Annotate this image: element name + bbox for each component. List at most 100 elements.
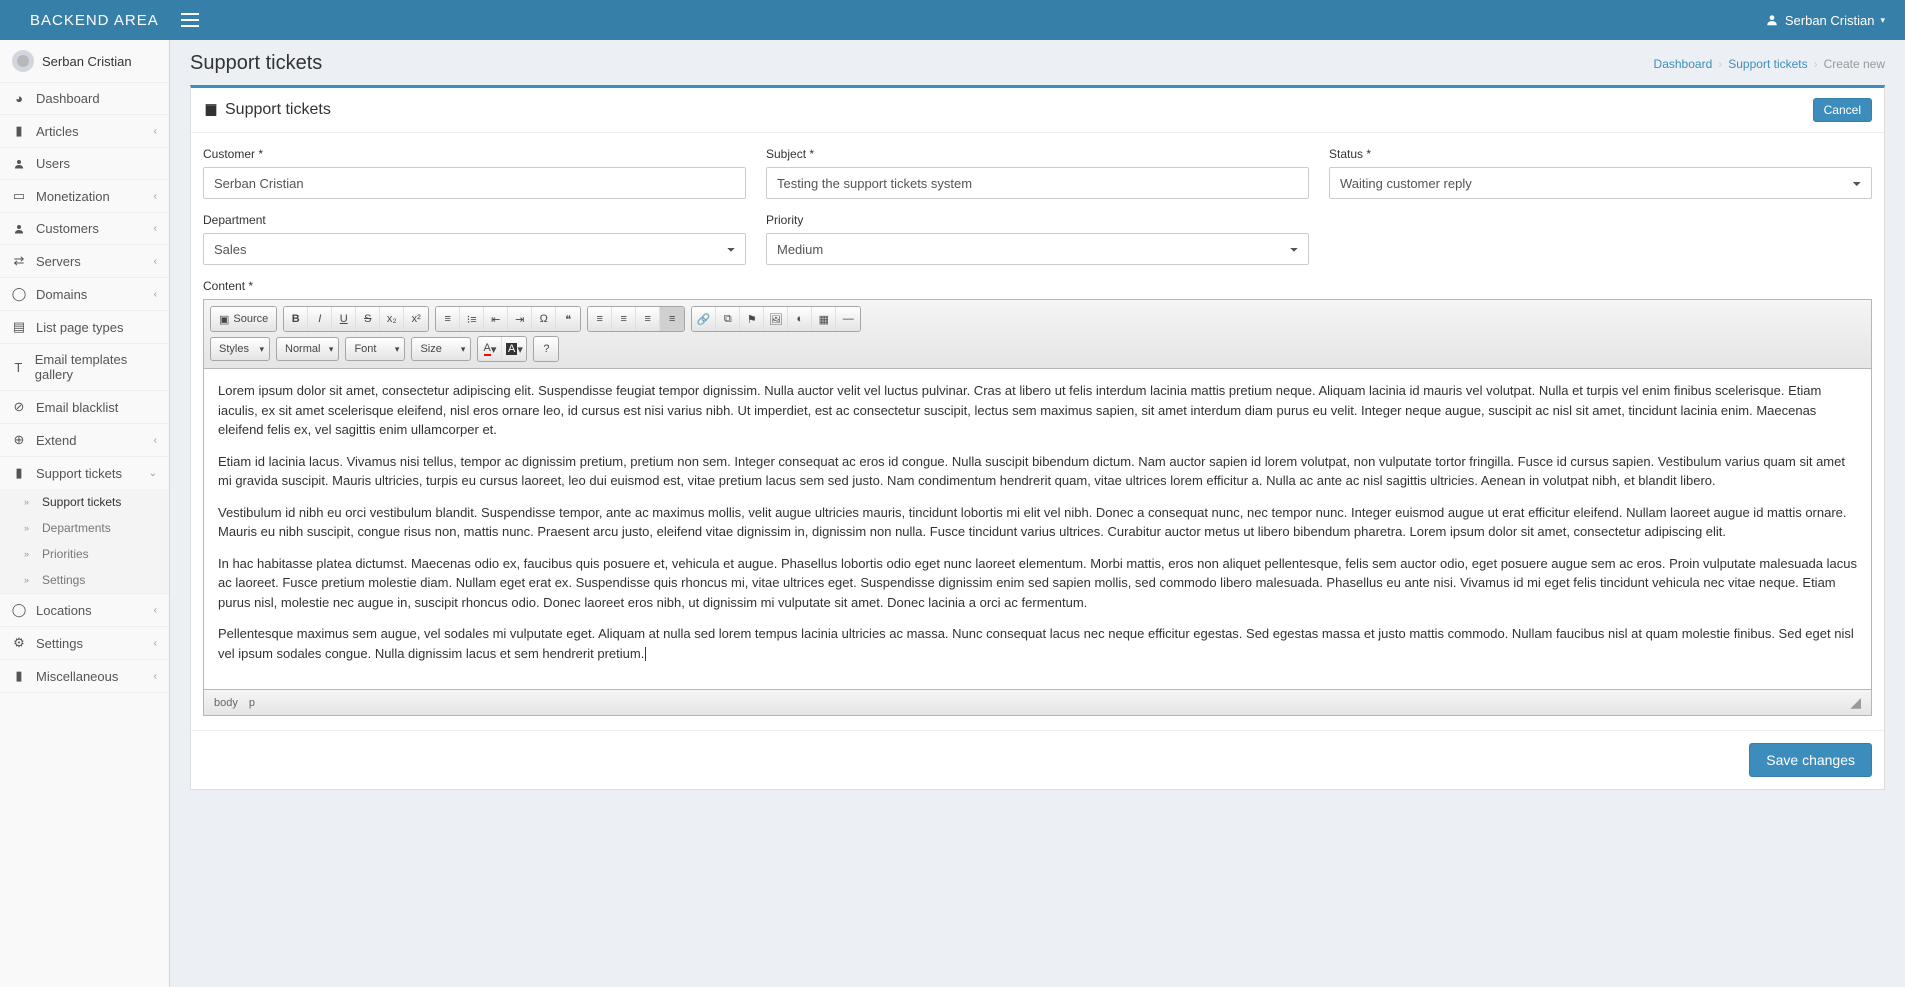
editor-flash-button[interactable]: ◐ [788, 307, 812, 331]
list-icon: ▤ [12, 319, 26, 335]
editor-bulletedlist-button[interactable]: ⁝≡ [460, 307, 484, 331]
path-body[interactable]: body [214, 697, 238, 709]
editor-indent-button[interactable]: ⇥ [508, 307, 532, 331]
editor-about-button[interactable]: ? [534, 337, 558, 361]
user-icon [12, 158, 26, 170]
sidebar-item-email-blacklist[interactable]: ⊘Email blacklist [0, 391, 169, 423]
editor-italic-button[interactable]: I [308, 307, 332, 331]
save-changes-button[interactable]: Save changes [1749, 743, 1872, 777]
sidebar-item-list-page-types[interactable]: ▤List page types [0, 311, 169, 343]
editor-align-center-button[interactable]: ≡ [612, 307, 636, 331]
submenu-priorities[interactable]: »Priorities [0, 541, 169, 567]
sidebar-item-monetization[interactable]: ▭Monetization‹ [0, 180, 169, 212]
globe-icon: ◯ [12, 602, 26, 618]
ban-icon: ⊘ [12, 399, 26, 415]
subject-input[interactable] [766, 167, 1309, 199]
plus-icon: ⊕ [12, 432, 26, 448]
brand-logo[interactable]: BACKEND AREA [0, 0, 170, 40]
chevron-left-icon: ‹ [154, 126, 157, 137]
editor-unlink-button[interactable]: ⧉ [716, 307, 740, 331]
file-icon: ▮ [12, 123, 26, 139]
submenu-settings[interactable]: »Settings [0, 567, 169, 593]
editor-size-combo[interactable]: Size [411, 337, 471, 361]
sidebar-item-settings[interactable]: ⚙Settings‹ [0, 627, 169, 659]
editor-paragraph: Vestibulum id nibh eu orci vestibulum bl… [218, 503, 1857, 542]
status-select[interactable]: Waiting customer reply [1329, 167, 1872, 199]
sidebar-item-users[interactable]: Users [0, 148, 169, 179]
editor-paragraph: In hac habitasse platea dictumst. Maecen… [218, 554, 1857, 613]
editor-font-combo[interactable]: Font [345, 337, 405, 361]
current-user-name: Serban Cristian [1785, 13, 1875, 28]
sidebar-item-locations[interactable]: ◯Locations‹ [0, 594, 169, 626]
editor-align-right-button[interactable]: ≡ [636, 307, 660, 331]
chevron-left-icon: ‹ [154, 256, 157, 267]
editor-image-button[interactable]: 🖼 [764, 307, 788, 331]
book-icon: ▮ [12, 465, 26, 481]
customer-label: Customer * [203, 147, 746, 161]
editor-resize-handle[interactable]: ◢ [1850, 694, 1861, 711]
editor-bgcolor-button[interactable]: A▾ [502, 337, 526, 361]
editor-link-button[interactable]: 🔗 [692, 307, 716, 331]
chevron-left-icon: ‹ [154, 191, 157, 202]
sidebar-item-extend[interactable]: ⊕Extend‹ [0, 424, 169, 456]
source-icon: ▣ [219, 313, 229, 326]
submenu-support-tickets[interactable]: »Support tickets [0, 489, 169, 515]
chevron-left-icon: ‹ [154, 638, 157, 649]
priority-select[interactable]: Medium [766, 233, 1309, 265]
editor-table-button[interactable]: ▦ [812, 307, 836, 331]
user-icon [12, 223, 26, 235]
editor-outdent-button[interactable]: ⇤ [484, 307, 508, 331]
editor-subscript-button[interactable]: x₂ [380, 307, 404, 331]
chevron-left-icon: ‹ [154, 605, 157, 616]
editor-styles-combo[interactable]: Styles [210, 337, 270, 361]
sidebar-item-servers[interactable]: ⇄Servers‹ [0, 245, 169, 277]
sidebar-item-miscellaneous[interactable]: ▮Miscellaneous‹ [0, 660, 169, 692]
sidebar-item-customers[interactable]: Customers‹ [0, 213, 169, 244]
sidebar-item-dashboard[interactable]: ◕Dashboard [0, 83, 169, 114]
breadcrumb-support-tickets[interactable]: Support tickets [1728, 57, 1807, 71]
main-content: Support tickets Dashboard › Support tick… [170, 40, 1905, 987]
sidebar-item-domains[interactable]: ◯Domains‹ [0, 278, 169, 310]
editor-blockquote-button[interactable]: ❝ [556, 307, 580, 331]
angle-right-icon: » [24, 523, 34, 533]
exchange-icon: ⇄ [12, 253, 26, 269]
editor-anchor-button[interactable]: ⚑ [740, 307, 764, 331]
caret-down-icon: ▾ [1880, 15, 1885, 26]
editor-numberedlist-button[interactable]: ≡ [436, 307, 460, 331]
user-panel[interactable]: Serban Cristian [0, 40, 169, 83]
editor-superscript-button[interactable]: x² [404, 307, 428, 331]
editor-bold-button[interactable]: B [284, 307, 308, 331]
sidebar-item-articles[interactable]: ▮Articles‹ [0, 115, 169, 147]
box-title: Support tickets [225, 101, 331, 119]
editor-align-left-button[interactable]: ≡ [588, 307, 612, 331]
editor-paragraph: Lorem ipsum dolor sit amet, consectetur … [218, 381, 1857, 440]
user-menu[interactable]: Serban Cristian ▾ [1765, 13, 1905, 28]
avatar [12, 50, 34, 72]
angle-right-icon: » [24, 575, 34, 585]
editor-content-area[interactable]: Lorem ipsum dolor sit amet, consectetur … [204, 369, 1871, 689]
path-p[interactable]: p [249, 697, 255, 709]
editor-strike-button[interactable]: S [356, 307, 380, 331]
editor-toolbar: ▣Source B I U S x₂ x² [204, 300, 1871, 369]
editor-hr-button[interactable]: — [836, 307, 860, 331]
editor-specialchar-button[interactable]: Ω [532, 307, 556, 331]
customer-input[interactable] [203, 167, 746, 199]
sidebar-item-email-templates[interactable]: TEmail templates gallery [0, 344, 169, 390]
sidebar-toggle[interactable] [170, 13, 210, 27]
submenu-departments[interactable]: »Departments [0, 515, 169, 541]
status-label: Status * [1329, 147, 1872, 161]
book-icon [203, 102, 219, 118]
editor-textcolor-button[interactable]: A▾ [478, 337, 502, 361]
chevron-left-icon: ‹ [154, 671, 157, 682]
editor-format-combo[interactable]: Normal [276, 337, 339, 361]
editor-underline-button[interactable]: U [332, 307, 356, 331]
department-label: Department [203, 213, 746, 227]
sidebar-item-support-tickets[interactable]: ▮Support tickets⌄ [0, 457, 169, 489]
content-label: Content * [203, 279, 1872, 293]
editor-align-justify-button[interactable]: ≡ [660, 307, 684, 331]
editor-source-button[interactable]: ▣Source [211, 307, 276, 331]
breadcrumb-dashboard[interactable]: Dashboard [1654, 57, 1713, 71]
department-select[interactable]: Sales [203, 233, 746, 265]
chevron-left-icon: ‹ [154, 289, 157, 300]
cancel-button[interactable]: Cancel [1813, 98, 1872, 122]
